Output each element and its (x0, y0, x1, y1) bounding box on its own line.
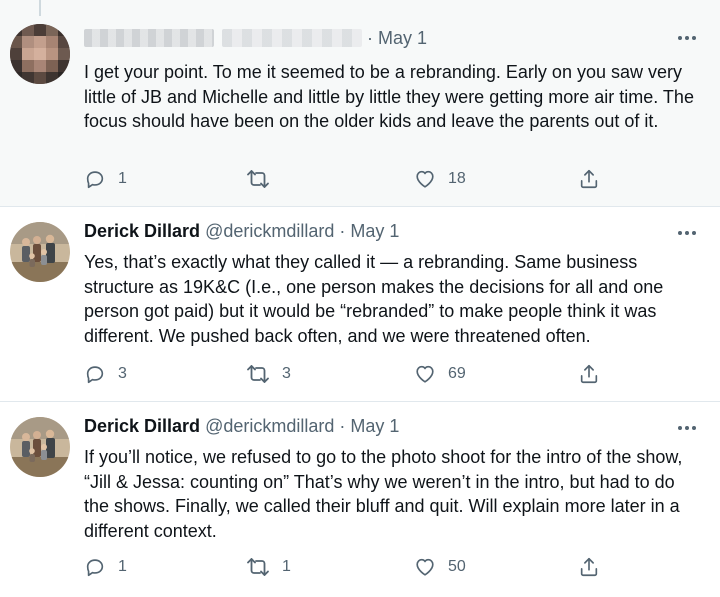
share-button[interactable] (578, 166, 600, 192)
retweet-icon (246, 363, 270, 385)
reply-button[interactable]: 1 (84, 554, 127, 580)
tweet[interactable]: Derick Dillard @derickmdillard · May 1 Y… (0, 207, 720, 402)
more-icon[interactable] (674, 418, 700, 438)
retweet-count: 3 (282, 365, 291, 382)
avatar[interactable] (10, 222, 70, 282)
avatar[interactable] (10, 417, 70, 477)
tweet-date[interactable]: May 1 (378, 28, 427, 48)
share-icon (578, 168, 600, 190)
author-handle[interactable]: @derickmdillard (205, 416, 334, 436)
like-button[interactable]: 18 (414, 166, 466, 192)
retweet-icon (246, 168, 270, 190)
share-icon (578, 363, 600, 385)
heart-icon (414, 363, 436, 385)
reply-count: 3 (118, 365, 127, 382)
tweet-text: If you’ll notice, we refused to go to th… (84, 447, 683, 541)
reply-button[interactable]: 1 (84, 166, 127, 192)
share-icon (578, 556, 600, 578)
tweet-text: I get your point. To me it seemed to be … (84, 62, 694, 131)
more-icon[interactable] (674, 223, 700, 243)
reply-button[interactable]: 3 (84, 361, 127, 387)
tweet-actions: 1 1 50 (80, 554, 620, 580)
separator: · (339, 221, 346, 241)
tweet-text: Yes, that’s exactly what they called it … (84, 252, 664, 346)
author-name[interactable]: Derick Dillard (84, 416, 200, 436)
share-button[interactable] (578, 361, 600, 387)
tweet-actions: 3 3 69 (80, 361, 620, 387)
retweet-button[interactable] (246, 166, 282, 192)
reply-count: 1 (118, 558, 127, 575)
tweet[interactable]: · May 1 I get your point. To me it seeme… (0, 0, 720, 207)
like-button[interactable]: 69 (414, 361, 466, 387)
tweet[interactable]: Derick Dillard @derickmdillard · May 1 I… (0, 402, 720, 597)
heart-icon (414, 168, 436, 190)
avatar[interactable] (10, 24, 70, 84)
author-name[interactable]: Derick Dillard (84, 221, 200, 241)
share-button[interactable] (578, 554, 600, 580)
retweet-button[interactable]: 1 (246, 554, 291, 580)
separator: · (339, 416, 346, 436)
reply-icon (84, 556, 106, 578)
like-button[interactable]: 50 (414, 554, 466, 580)
like-count: 69 (448, 365, 466, 382)
retweet-button[interactable]: 3 (246, 361, 291, 387)
reply-count: 1 (118, 170, 127, 187)
author-handle-redacted (222, 29, 362, 47)
tweet-actions: 1 18 (80, 166, 620, 192)
reply-icon (84, 168, 106, 190)
thread-line (39, 0, 41, 16)
tweet-header: Derick Dillard @derickmdillard · May 1 (84, 221, 660, 245)
author-handle[interactable]: @derickmdillard (205, 221, 334, 241)
like-count: 50 (448, 558, 466, 575)
heart-icon (414, 556, 436, 578)
tweet-date[interactable]: May 1 (350, 416, 399, 436)
reply-icon (84, 363, 106, 385)
like-count: 18 (448, 170, 466, 187)
retweet-icon (246, 556, 270, 578)
tweet-header: · May 1 (84, 28, 660, 52)
author-name-redacted (84, 29, 214, 47)
retweet-count: 1 (282, 558, 291, 575)
separator: · (367, 28, 374, 48)
more-icon[interactable] (674, 28, 700, 48)
tweet-header: Derick Dillard @derickmdillard · May 1 (84, 416, 660, 440)
tweet-date[interactable]: May 1 (350, 221, 399, 241)
